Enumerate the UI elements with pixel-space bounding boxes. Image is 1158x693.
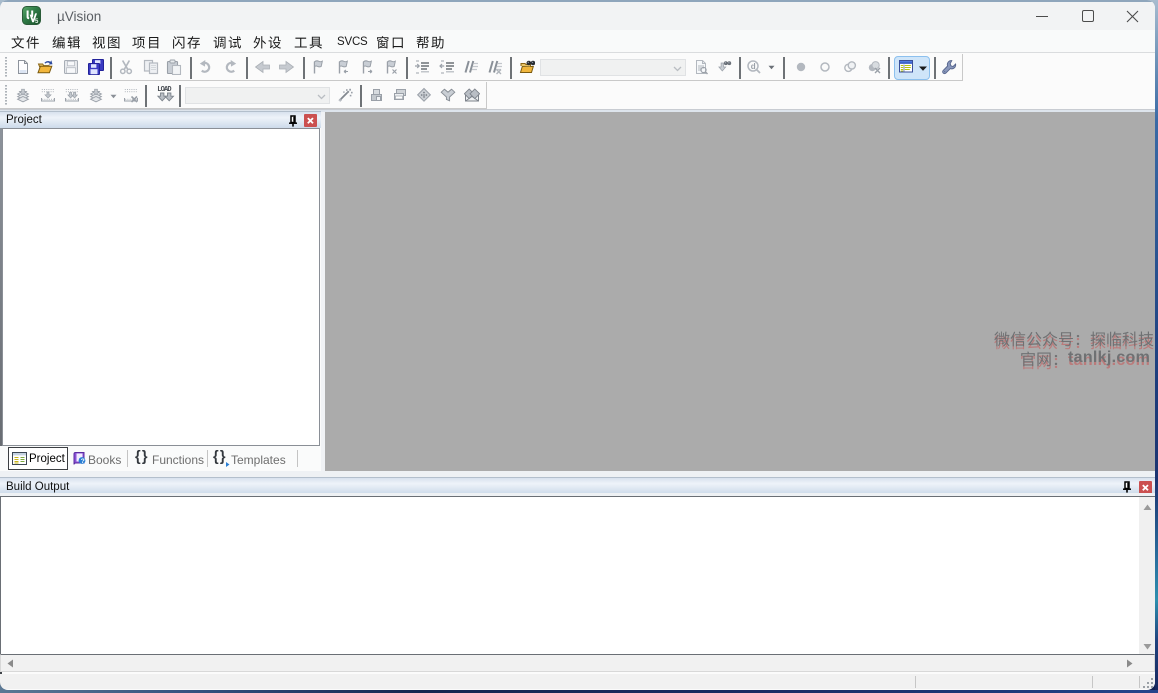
svg-text:?: ? bbox=[81, 458, 85, 465]
svg-text:d: d bbox=[751, 62, 756, 71]
